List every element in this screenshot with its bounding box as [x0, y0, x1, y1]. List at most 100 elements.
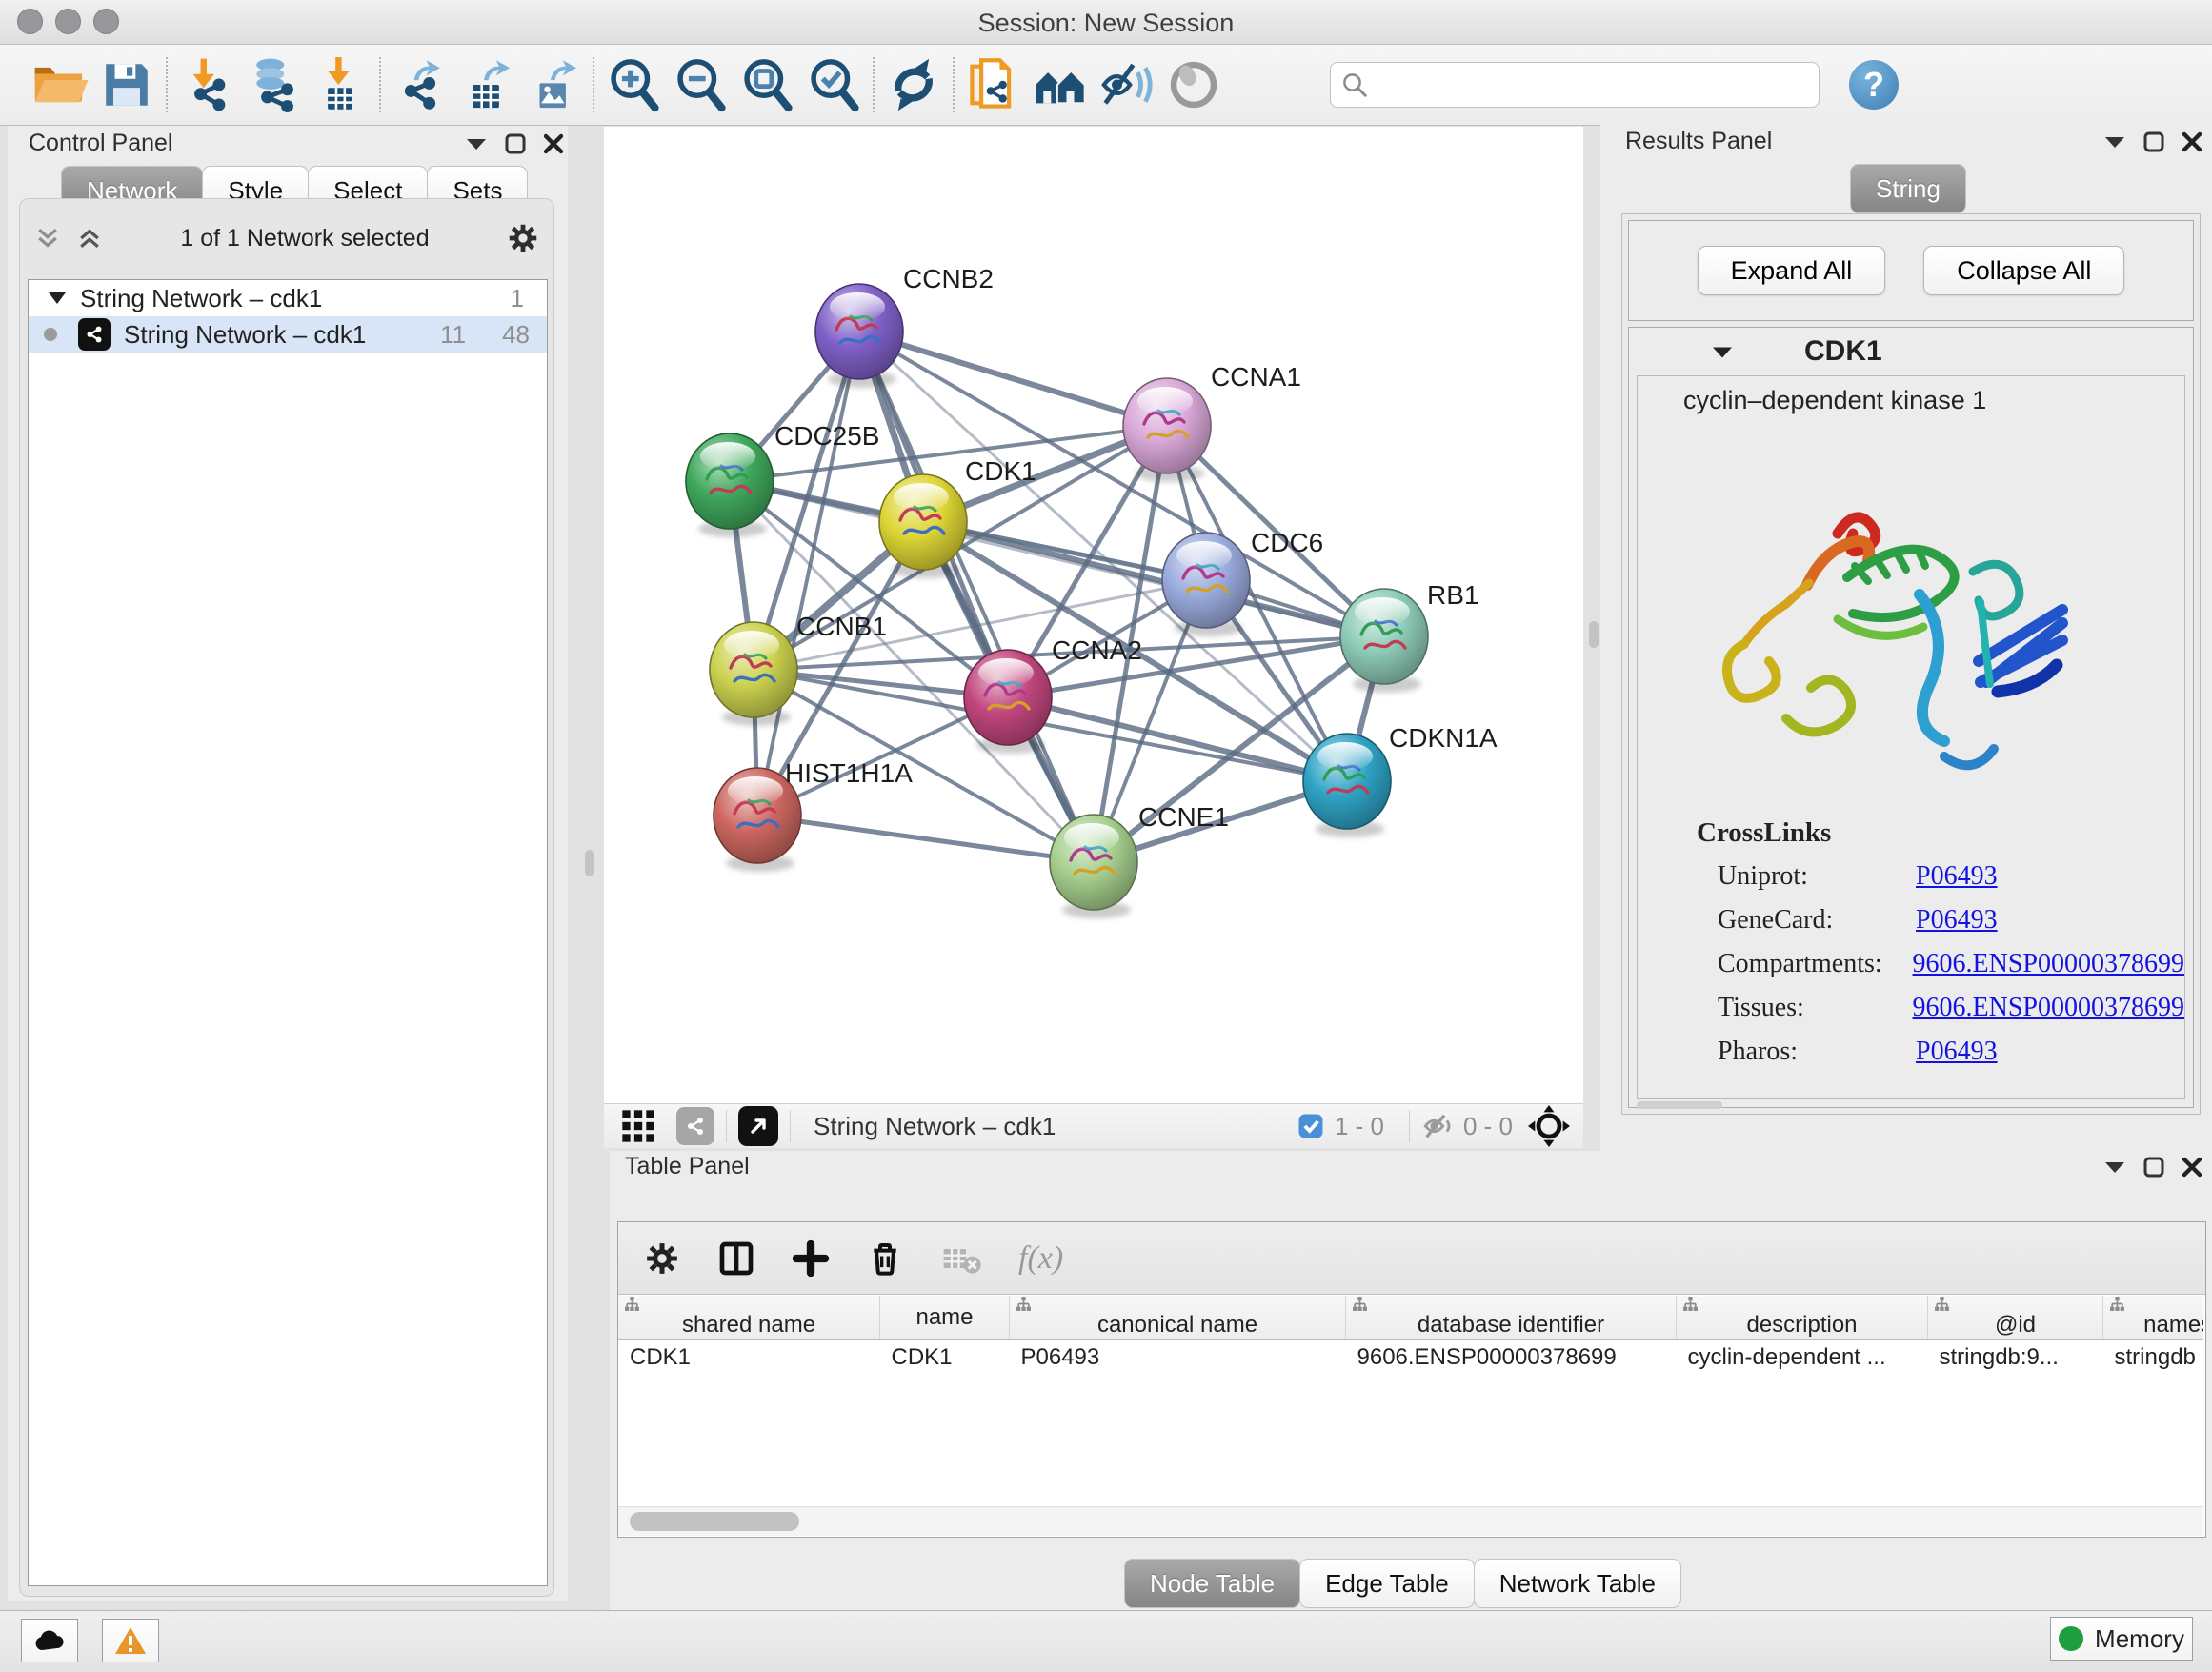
- column-header-canonical-name[interactable]: canonical name: [1010, 1296, 1346, 1340]
- right-splitter-handle[interactable]: [1589, 621, 1599, 648]
- zoom-out-icon[interactable]: [667, 54, 734, 115]
- panel-close-icon[interactable]: [543, 133, 564, 154]
- panel-float-icon[interactable]: [505, 133, 526, 154]
- memory-button[interactable]: Memory: [2050, 1617, 2193, 1661]
- left-splitter-handle[interactable]: [585, 850, 594, 876]
- column-header-database-identifier[interactable]: database identifier: [1346, 1296, 1677, 1340]
- protein-section-header[interactable]: CDK1: [1629, 328, 2193, 375]
- crosslink-link[interactable]: P06493: [1916, 861, 1998, 892]
- table-settings-gear-icon[interactable]: [643, 1239, 681, 1278]
- hide-panels-icon[interactable]: [1094, 54, 1160, 115]
- tab-node-table[interactable]: Node Table: [1124, 1559, 1300, 1608]
- panel-menu-icon[interactable]: [2103, 1159, 2126, 1175]
- results-hscrollbar-thumb[interactable]: [1637, 1101, 1722, 1109]
- crosslink-link[interactable]: 9606.ENSP00000378699: [1913, 949, 2184, 979]
- crosslink-label: GeneCard:: [1718, 905, 1916, 936]
- add-column-icon[interactable]: [792, 1239, 830, 1278]
- section-collapse-icon[interactable]: [1711, 344, 1734, 360]
- network-node-CCNA1[interactable]: CCNA1: [1123, 362, 1301, 482]
- tree-collapse-icon[interactable]: [48, 291, 67, 306]
- network-node-CDC6[interactable]: CDC6: [1162, 528, 1323, 636]
- panel-close-icon[interactable]: [2182, 1157, 2202, 1178]
- grid-view-icon[interactable]: [619, 1107, 657, 1145]
- table-panel-window-icons: [2103, 1157, 2202, 1178]
- network-node-CDKN1A[interactable]: CDKN1A: [1303, 723, 1498, 837]
- export-image-icon[interactable]: [520, 54, 587, 115]
- panel-menu-icon[interactable]: [2103, 134, 2126, 150]
- column-type-icon: [1352, 1296, 1368, 1312]
- network-edge-CCNB2-CCNA1[interactable]: [859, 332, 1167, 426]
- network-node-CCNB2[interactable]: CCNB2: [815, 264, 994, 388]
- search-field[interactable]: [1330, 62, 1820, 108]
- column-header-shared-name[interactable]: shared name: [618, 1296, 880, 1340]
- save-session-icon[interactable]: [93, 54, 160, 115]
- export-network-icon[interactable]: [387, 54, 453, 115]
- crosslink-link[interactable]: 9606.ENSP00000378699: [1913, 993, 2184, 1023]
- network-tree-row-selected[interactable]: String Network – cdk1 11 48: [29, 316, 547, 353]
- import-table-file-icon[interactable]: [307, 54, 373, 115]
- show-all-windows-icon[interactable]: [1027, 54, 1094, 115]
- refresh-icon[interactable]: [880, 54, 947, 115]
- column-header-name[interactable]: name: [880, 1296, 1010, 1340]
- tab-edge-table[interactable]: Edge Table: [1299, 1559, 1475, 1608]
- network-edge-HIST1H1A-CCNE1[interactable]: [757, 816, 1094, 862]
- network-tree-root-row[interactable]: String Network – cdk1 1: [29, 280, 547, 316]
- export-table-icon[interactable]: [453, 54, 520, 115]
- column-header-namespac[interactable]: namespac: [2103, 1296, 2204, 1340]
- network-share-view-icon[interactable]: [676, 1107, 714, 1145]
- column-type-icon: [624, 1296, 640, 1312]
- tab-string[interactable]: String: [1850, 164, 1966, 213]
- column-header--id[interactable]: @id: [1928, 1296, 2103, 1340]
- expand-all-button[interactable]: Expand All: [1698, 246, 1886, 295]
- table-row[interactable]: CDK1CDK1P064939606.ENSP00000378699cyclin…: [618, 1340, 2203, 1377]
- collapse-all-button[interactable]: Collapse All: [1923, 246, 2124, 295]
- import-network-database-icon[interactable]: [240, 54, 307, 115]
- toolbar-separator: [873, 57, 875, 112]
- collapse-all-icon[interactable]: [33, 224, 62, 252]
- table-hscrollbar[interactable]: [618, 1506, 2203, 1536]
- zoom-in-icon[interactable]: [600, 54, 667, 115]
- selected-checkbox-icon[interactable]: [1297, 1112, 1325, 1140]
- import-network-file-icon[interactable]: [173, 54, 240, 115]
- network-node-HIST1H1A[interactable]: HIST1H1A: [714, 758, 913, 872]
- node-label-CCNA1: CCNA1: [1211, 362, 1301, 392]
- table-hscrollbar-thumb[interactable]: [630, 1512, 799, 1531]
- fit-selected-crosshair-icon[interactable]: [1528, 1105, 1570, 1147]
- network-node-RB1[interactable]: RB1: [1340, 580, 1478, 693]
- delete-column-icon[interactable]: [866, 1239, 904, 1278]
- protein-structure-image: [1695, 442, 2095, 804]
- network-edge-CCNB2-HIST1H1A[interactable]: [757, 332, 859, 816]
- toolbar-separator: [593, 57, 594, 112]
- panel-float-icon[interactable]: [2143, 131, 2164, 152]
- zoom-selected-icon[interactable]: [800, 54, 867, 115]
- panel-close-icon[interactable]: [2182, 131, 2202, 152]
- string-network-graph: CCNB2CCNA1CDC25BCDK1CDC6RB1CCNB1CCNA2CDK…: [604, 127, 1583, 1103]
- birdseye-view-icon[interactable]: [738, 1106, 778, 1146]
- column-header-description[interactable]: description: [1677, 1296, 1928, 1340]
- tab-network-table[interactable]: Network Table: [1474, 1559, 1681, 1608]
- node-label-CCNB2: CCNB2: [903, 264, 994, 293]
- network-node-CCNE1[interactable]: CCNE1: [1050, 802, 1229, 918]
- network-options-gear-icon[interactable]: [506, 221, 540, 255]
- level-of-detail-icon[interactable]: [1160, 54, 1227, 115]
- show-columns-icon[interactable]: [717, 1239, 755, 1278]
- panel-float-icon[interactable]: [2143, 1157, 2164, 1178]
- cloud-button[interactable]: [21, 1619, 78, 1662]
- protein-name: CDK1: [1804, 335, 1882, 368]
- hidden-elements-icon[interactable]: [1421, 1110, 1454, 1142]
- crosslink-link[interactable]: P06493: [1916, 905, 1998, 936]
- search-input[interactable]: [1377, 71, 1809, 99]
- network-node-CDC25B[interactable]: CDC25B: [686, 421, 879, 537]
- warnings-button[interactable]: [102, 1619, 159, 1662]
- network-list-container: 1 of 1 Network selected String Network –…: [19, 198, 554, 1597]
- open-session-icon[interactable]: [27, 54, 93, 115]
- clone-network-icon[interactable]: [960, 54, 1027, 115]
- node-label-HIST1H1A: HIST1H1A: [785, 758, 913, 788]
- expand-all-icon[interactable]: [75, 224, 104, 252]
- network-canvas[interactable]: CCNB2CCNA1CDC25BCDK1CDC6RB1CCNB1CCNA2CDK…: [604, 127, 1583, 1103]
- node-label-CDC6: CDC6: [1251, 528, 1323, 557]
- crosslink-link[interactable]: P06493: [1916, 1037, 1998, 1067]
- help-icon[interactable]: ?: [1840, 54, 1907, 115]
- panel-menu-icon[interactable]: [465, 136, 488, 151]
- zoom-fit-icon[interactable]: [734, 54, 800, 115]
